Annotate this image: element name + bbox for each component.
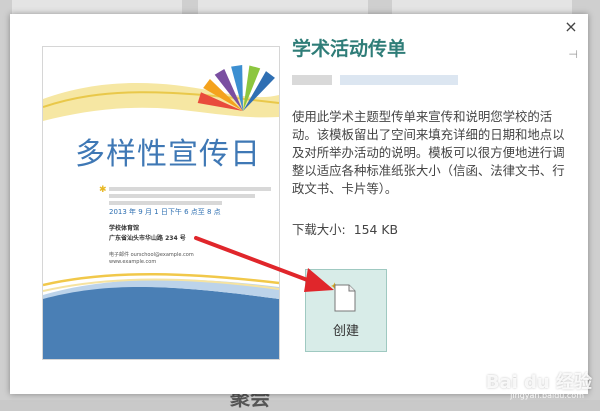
- flyer-star-icon: ✱: [99, 185, 107, 195]
- flyer-swoosh-top: [43, 82, 279, 121]
- template-thumbnail: 多样性宣传日 ✱ 2013 年 9 月 1 日下午 6 点至 8 点 学校体育馆…: [42, 46, 280, 360]
- publisher-value: [340, 75, 458, 85]
- flyer-body-text: [109, 187, 271, 205]
- template-title: 学术活动传单: [292, 38, 407, 60]
- download-size: 下载大小: 154 KB: [292, 220, 398, 238]
- background-card: [392, 0, 572, 14]
- background-card: [12, 0, 182, 14]
- create-button-label: 创建: [332, 324, 359, 339]
- flyer-date: 2013 年 9 月 1 日下午 6 点至 8 点: [109, 208, 221, 216]
- template-preview-dialog: × ⊣ 多样性宣传日 ✱ 2013 年 9 月 1 日下午 6 点至 8 点 学…: [10, 14, 588, 394]
- flyer-address: 广东省汕头市华山路 234 号: [109, 235, 186, 242]
- new-document-icon: [334, 284, 356, 312]
- flyer-venue: 学校体育馆: [109, 225, 140, 232]
- flyer-site: www.example.com: [109, 259, 157, 265]
- create-button[interactable]: ✦ 创建: [305, 269, 387, 352]
- background-card: [198, 0, 368, 14]
- watermark-url: jingyan.baidu.com: [510, 391, 584, 400]
- flyer-wave-blue: [43, 286, 279, 359]
- publisher-label: [292, 75, 332, 85]
- flyer-title: 多样性宣传日: [75, 137, 261, 172]
- template-description: 使用此学术主题型传单来宣传和说明您学校的活动。该模板留出了空间来填充详细的日期和…: [292, 109, 565, 196]
- template-publisher: [292, 70, 492, 85]
- close-icon[interactable]: ×: [562, 18, 580, 36]
- download-size-value: 154 KB: [353, 222, 398, 237]
- flyer-email: 电子邮件 ourschool@example.com: [109, 252, 194, 258]
- download-size-label: 下载大小:: [292, 222, 346, 237]
- template-info: 学术活动传单 使用此学术主题型传单来宣传和说明您学校的活动。该模板留出了空间来填…: [292, 36, 582, 237]
